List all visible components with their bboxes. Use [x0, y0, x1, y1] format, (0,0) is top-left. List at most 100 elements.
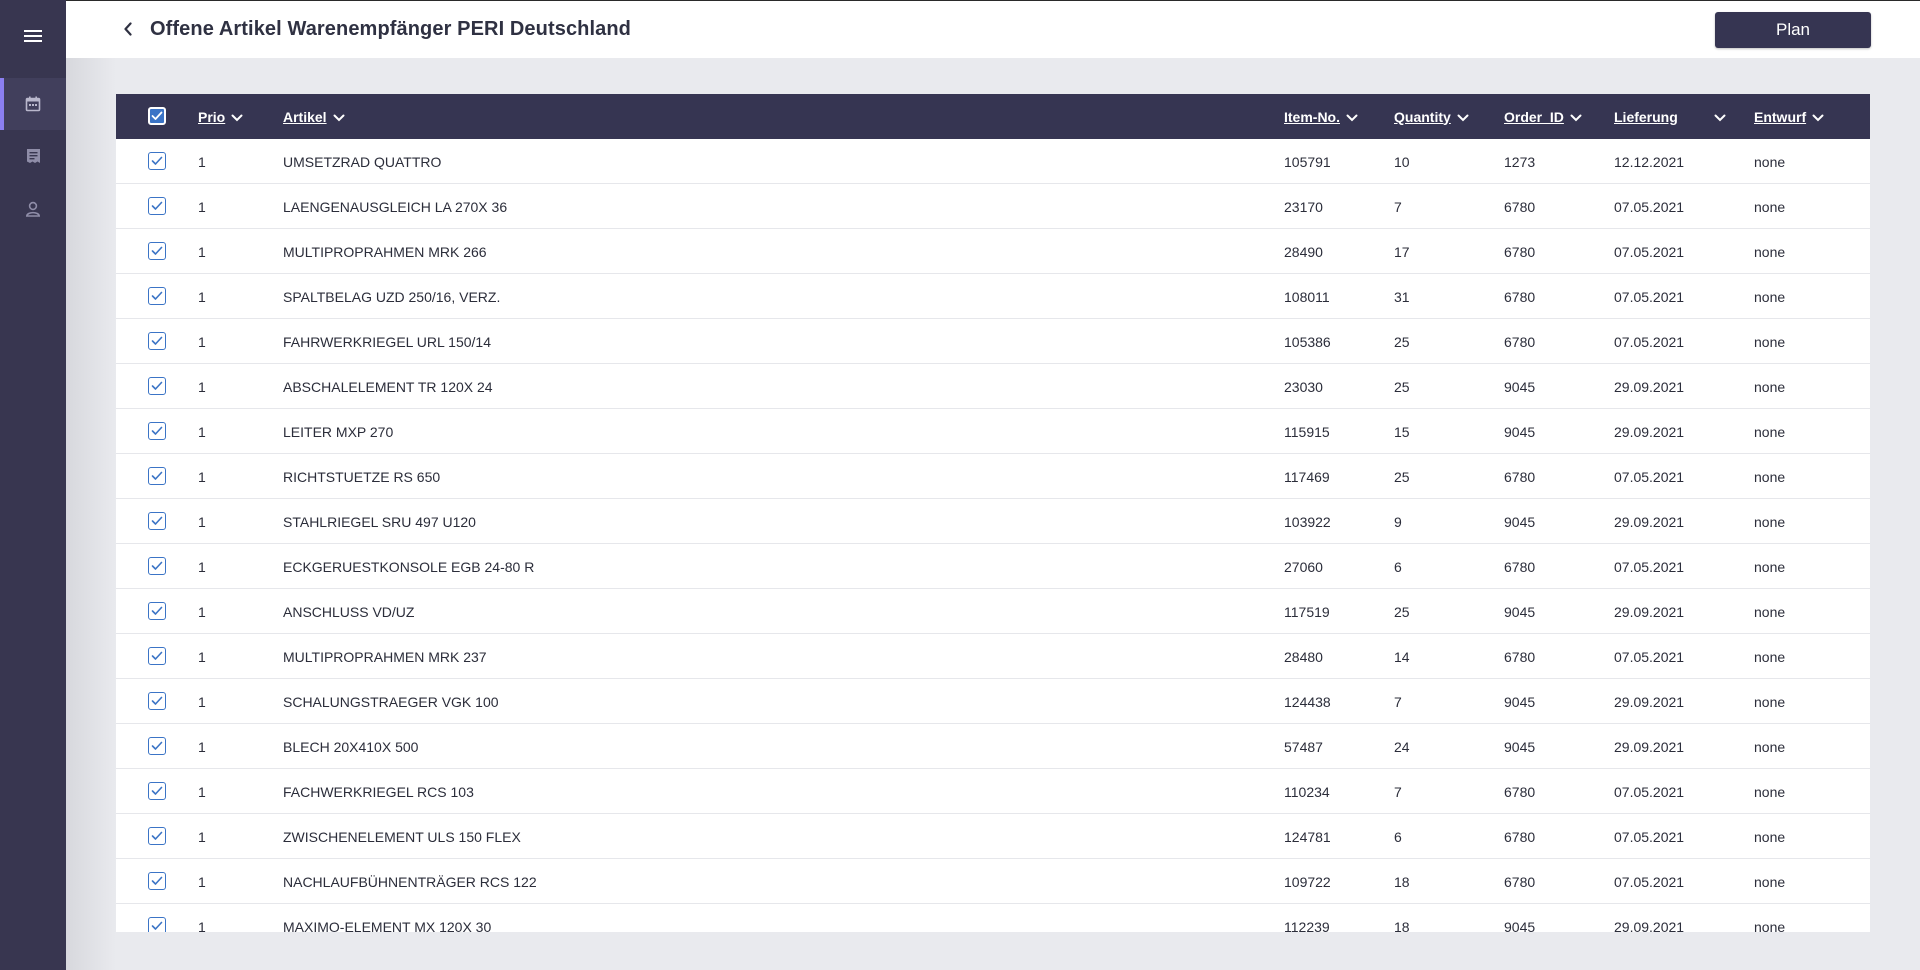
- sidebar-item-user[interactable]: [0, 183, 66, 235]
- quantity-cell: 9: [1394, 513, 1402, 530]
- row-checkbox[interactable]: [148, 827, 166, 845]
- column-header-label: Quantity: [1394, 108, 1451, 125]
- row-checkbox[interactable]: [148, 332, 166, 350]
- table-row[interactable]: 1 LAENGENAUSGLEICH LA 270X 36 23170 7 6780 07…: [116, 184, 1870, 229]
- column-header-artikel[interactable]: Artikel: [283, 94, 345, 139]
- row-checkbox[interactable]: [148, 287, 166, 305]
- quantity-cell: 7: [1394, 783, 1402, 800]
- artikel-cell: NACHLAUFBÜHNENTRÄGER RCS 122: [283, 873, 537, 890]
- table-row[interactable]: 1 FAHRWERKRIEGEL URL 150/14 105386 25 6780 07…: [116, 319, 1870, 364]
- checkmark-icon: [151, 381, 163, 390]
- lieferung-cell: 07.05.2021: [1614, 783, 1685, 800]
- checkmark-icon: [151, 111, 163, 120]
- entwurf-cell: none: [1754, 738, 1786, 755]
- column-header-order-id[interactable]: Order_ID: [1504, 94, 1582, 139]
- lieferung-cell: 29.09.2021: [1614, 603, 1685, 620]
- quantity-cell: 24: [1394, 738, 1410, 755]
- lieferung-cell: 07.05.2021: [1614, 288, 1685, 305]
- entwurf-cell: none: [1754, 783, 1786, 800]
- checkmark-icon: [151, 426, 163, 435]
- row-checkbox[interactable]: [148, 692, 166, 710]
- table-row[interactable]: 1 FACHWERKRIEGEL RCS 103 110234 7 6780 07.05.…: [116, 769, 1870, 814]
- column-header-quantity[interactable]: Quantity: [1394, 94, 1469, 139]
- chevron-left-icon: [124, 22, 132, 36]
- item-no-cell: 23170: [1284, 198, 1323, 215]
- lieferung-cell: 07.05.2021: [1614, 468, 1685, 485]
- column-header-prio[interactable]: Prio: [198, 94, 243, 139]
- row-checkbox[interactable]: [148, 242, 166, 260]
- prio-cell: 1: [198, 423, 206, 440]
- entwurf-cell: none: [1754, 153, 1786, 170]
- row-checkbox[interactable]: [148, 647, 166, 665]
- sidebar-item-receipt[interactable]: [0, 130, 66, 182]
- table-header: Prio Artikel Item-No. Quantity Order_ID …: [116, 94, 1870, 139]
- checkmark-icon: [151, 516, 163, 525]
- table-row[interactable]: 1 MAXIMO-ELEMENT MX 120X 30 112239 18 9045 29…: [116, 904, 1870, 932]
- table-row[interactable]: 1 SCHALUNGSTRAEGER VGK 100 124438 7 9045 29.0…: [116, 679, 1870, 724]
- back-button[interactable]: [116, 17, 140, 41]
- prio-cell: 1: [198, 198, 206, 215]
- item-no-cell: 28490: [1284, 243, 1323, 260]
- item-no-cell: 28480: [1284, 648, 1323, 665]
- row-checkbox[interactable]: [148, 557, 166, 575]
- order-id-cell: 6780: [1504, 198, 1536, 215]
- entwurf-cell: none: [1754, 198, 1786, 215]
- page-title: Offene Artikel Warenempfänger PERI Deuts…: [150, 18, 631, 40]
- item-no-cell: 108011: [1284, 288, 1330, 305]
- artikel-cell: MAXIMO-ELEMENT MX 120X 30: [283, 918, 492, 933]
- table-row[interactable]: 1 NACHLAUFBÜHNENTRÄGER RCS 122 109722 18 678…: [116, 859, 1870, 904]
- prio-cell: 1: [198, 513, 206, 530]
- column-header-item-no[interactable]: Item-No.: [1284, 94, 1358, 139]
- row-checkbox[interactable]: [148, 152, 166, 170]
- order-id-cell: 9045: [1504, 513, 1536, 530]
- quantity-cell: 18: [1394, 918, 1410, 933]
- quantity-cell: 6: [1394, 828, 1402, 845]
- row-checkbox[interactable]: [148, 602, 166, 620]
- prio-cell: 1: [198, 288, 206, 305]
- row-checkbox[interactable]: [148, 422, 166, 440]
- order-id-cell: 6780: [1504, 243, 1536, 260]
- quantity-cell: 15: [1394, 423, 1410, 440]
- row-checkbox[interactable]: [148, 197, 166, 215]
- checkmark-icon: [151, 606, 163, 615]
- table-row[interactable]: 1 ZWISCHENELEMENT ULS 150 FLEX 124781 6 6780…: [116, 814, 1870, 859]
- sidebar-item-calendar[interactable]: [0, 78, 66, 130]
- column-header-entwurf[interactable]: Entwurf: [1754, 94, 1824, 139]
- table-row[interactable]: 1 ABSCHALELEMENT TR 120X 24 23030 25 9045 29.…: [116, 364, 1870, 409]
- user-icon: [25, 201, 41, 217]
- entwurf-cell: none: [1754, 603, 1786, 620]
- checkmark-icon: [151, 156, 163, 165]
- row-checkbox[interactable]: [148, 872, 166, 890]
- item-no-cell: 57487: [1284, 738, 1323, 755]
- checkmark-icon: [151, 696, 163, 705]
- row-checkbox[interactable]: [148, 377, 166, 395]
- plan-button[interactable]: Plan: [1715, 12, 1871, 48]
- column-header-lieferung[interactable]: Lieferung: [1614, 94, 1734, 139]
- table-row[interactable]: 1 SPALTBELAG UZD 250/16, VERZ. 108011 31 678…: [116, 274, 1870, 319]
- menu-button[interactable]: [0, 10, 66, 62]
- prio-cell: 1: [198, 783, 206, 800]
- row-checkbox[interactable]: [148, 737, 166, 755]
- table-row[interactable]: 1 LEITER MXP 270 115915 15 9045 29.09.2021 non…: [116, 409, 1870, 454]
- quantity-cell: 7: [1394, 198, 1402, 215]
- checkmark-icon: [151, 786, 163, 795]
- row-checkbox[interactable]: [148, 512, 166, 530]
- row-checkbox[interactable]: [148, 467, 166, 485]
- table-row[interactable]: 1 RICHTSTUETZE RS 650 117469 25 6780 07.05.20…: [116, 454, 1870, 499]
- select-all-checkbox[interactable]: [148, 107, 166, 125]
- artikel-cell: BLECH 20X410X 500: [283, 738, 419, 755]
- table-row[interactable]: 1 ANSCHLUSS VD/UZ 117519 25 9045 29.09.2021 no…: [116, 589, 1870, 634]
- table-row[interactable]: 1 STAHLRIEGEL SRU 497 U120 103922 9 9045 29.0…: [116, 499, 1870, 544]
- table-row[interactable]: 1 BLECH 20X410X 500 57487 24 9045 29.09.2021 n…: [116, 724, 1870, 769]
- row-checkbox[interactable]: [148, 917, 166, 932]
- quantity-cell: 25: [1394, 333, 1410, 350]
- table-row[interactable]: 1 MULTIPROPRAHMEN MRK 266 28490 17 6780 07.05…: [116, 229, 1870, 274]
- table-row[interactable]: 1 MULTIPROPRAHMEN MRK 237 28480 14 6780 07.05…: [116, 634, 1870, 679]
- row-checkbox[interactable]: [148, 782, 166, 800]
- chevron-down-icon: [1457, 109, 1469, 125]
- table-row[interactable]: 1 UMSETZRAD QUATTRO 105791 10 1273 12.12.2021…: [116, 139, 1870, 184]
- entwurf-cell: none: [1754, 423, 1786, 440]
- table-row[interactable]: 1 ECKGERUESTKONSOLE EGB 24-80 R 27060 6 6780…: [116, 544, 1870, 589]
- column-header-label: Artikel: [283, 108, 327, 125]
- column-header-label: Prio: [198, 108, 226, 125]
